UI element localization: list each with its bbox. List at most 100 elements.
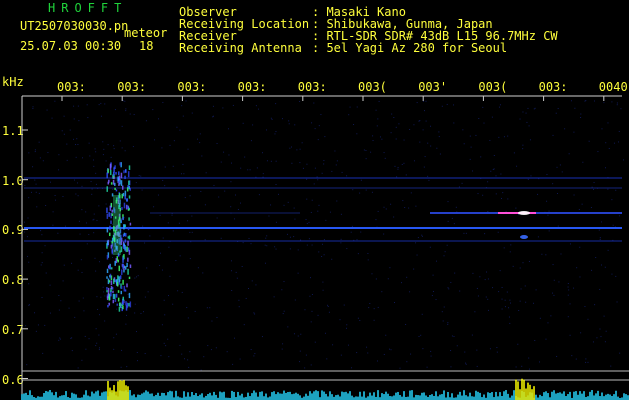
noise-pixel — [191, 231, 193, 233]
noise-pixel — [413, 124, 415, 126]
noise-pixel — [200, 190, 202, 192]
noise-pixel — [199, 133, 201, 135]
noise-pixel — [495, 193, 497, 195]
noise-pixel — [357, 317, 359, 319]
meteor-echo-pixel — [120, 172, 123, 179]
noise-pixel — [129, 113, 131, 115]
noise-pixel — [309, 277, 311, 279]
meteor-echo-pixel — [126, 246, 128, 252]
noise-pixel — [216, 317, 218, 319]
noise-pixel — [585, 358, 587, 360]
noise-pixel — [40, 230, 42, 232]
noise-pixel — [69, 129, 71, 131]
noise-pixel — [424, 156, 426, 158]
meteor-echo-pixel — [108, 232, 111, 237]
noise-pixel — [585, 100, 587, 102]
noise-pixel — [179, 333, 181, 335]
noise-pixel — [335, 164, 337, 166]
noise-pixel — [603, 102, 605, 104]
noise-pixel — [41, 297, 43, 299]
noise-pixel — [71, 262, 73, 264]
noise-pixel — [70, 337, 72, 339]
noise-pixel — [501, 286, 503, 288]
noise-pixel — [619, 352, 621, 354]
noise-pixel — [77, 367, 79, 369]
noise-pixel — [266, 160, 268, 162]
noise-pixel — [324, 136, 326, 138]
noise-pixel — [346, 324, 348, 326]
noise-pixel — [311, 310, 313, 312]
noise-pixel — [93, 213, 95, 215]
noise-pixel — [45, 272, 47, 274]
noise-pixel — [44, 324, 46, 326]
noise-pixel — [254, 353, 256, 355]
meteor-echo-pixel — [111, 209, 114, 213]
noise-pixel — [447, 287, 449, 289]
noise-pixel — [608, 147, 610, 149]
noise-pixel — [240, 167, 242, 169]
noise-pixel — [172, 303, 174, 305]
meteor-echo-pixel — [106, 172, 108, 179]
noise-pixel — [343, 304, 345, 306]
noise-pixel — [37, 324, 39, 326]
noise-pixel — [113, 148, 115, 150]
noise-pixel — [417, 237, 419, 239]
noise-pixel — [296, 149, 298, 151]
noise-pixel — [282, 313, 284, 315]
noise-pixel — [569, 243, 571, 245]
meteor-echo-pixel — [112, 293, 115, 300]
noise-pixel — [599, 237, 601, 239]
noise-pixel — [598, 229, 600, 231]
noise-pixel — [114, 109, 116, 111]
noise-pixel — [314, 167, 316, 169]
noise-pixel — [393, 302, 395, 304]
noise-pixel — [346, 175, 348, 177]
noise-pixel — [515, 366, 517, 368]
noise-pixel — [227, 128, 229, 130]
noise-pixel — [597, 151, 599, 153]
meteor-echo-pixel — [114, 298, 117, 302]
noise-pixel — [140, 312, 142, 314]
noise-pixel — [504, 306, 506, 308]
noise-pixel — [404, 207, 406, 209]
noise-pixel — [581, 203, 583, 205]
noise-pixel — [51, 117, 53, 119]
noise-pixel — [86, 104, 88, 106]
noise-pixel — [426, 366, 428, 368]
noise-pixel — [27, 217, 29, 219]
noise-pixel — [521, 365, 523, 367]
noise-pixel — [567, 283, 569, 285]
noise-pixel — [604, 266, 606, 268]
meteor-echo-pixel — [106, 276, 108, 279]
noise-pixel — [340, 354, 342, 356]
meteor-echo-pixel — [122, 234, 125, 237]
meteor-echo-pixel — [115, 293, 118, 298]
noise-pixel — [47, 152, 49, 154]
noise-pixel — [98, 334, 100, 336]
noise-pixel — [250, 349, 252, 351]
noise-pixel — [179, 255, 181, 257]
noise-pixel — [24, 184, 26, 186]
noise-pixel — [308, 238, 310, 240]
noise-pixel — [487, 298, 489, 300]
noise-pixel — [346, 327, 348, 329]
noise-pixel — [390, 349, 392, 351]
noise-pixel — [423, 100, 425, 102]
meteor-echo-pixel — [116, 282, 119, 287]
noise-pixel — [310, 364, 312, 366]
noise-pixel — [297, 272, 299, 274]
noise-pixel — [484, 233, 486, 235]
noise-pixel — [479, 276, 481, 278]
meteor-echo-pixel — [109, 266, 111, 269]
noise-pixel — [331, 258, 333, 260]
noise-pixel — [623, 159, 625, 161]
meteor-echo-pixel — [112, 300, 115, 304]
meteor-echo-pixel — [126, 198, 129, 202]
noise-pixel — [346, 248, 348, 250]
noise-pixel — [294, 124, 296, 126]
noise-pixel — [248, 237, 250, 239]
noise-pixel — [475, 134, 477, 136]
noise-pixel — [34, 179, 36, 181]
noise-pixel — [430, 355, 432, 357]
noise-pixel — [501, 308, 503, 310]
